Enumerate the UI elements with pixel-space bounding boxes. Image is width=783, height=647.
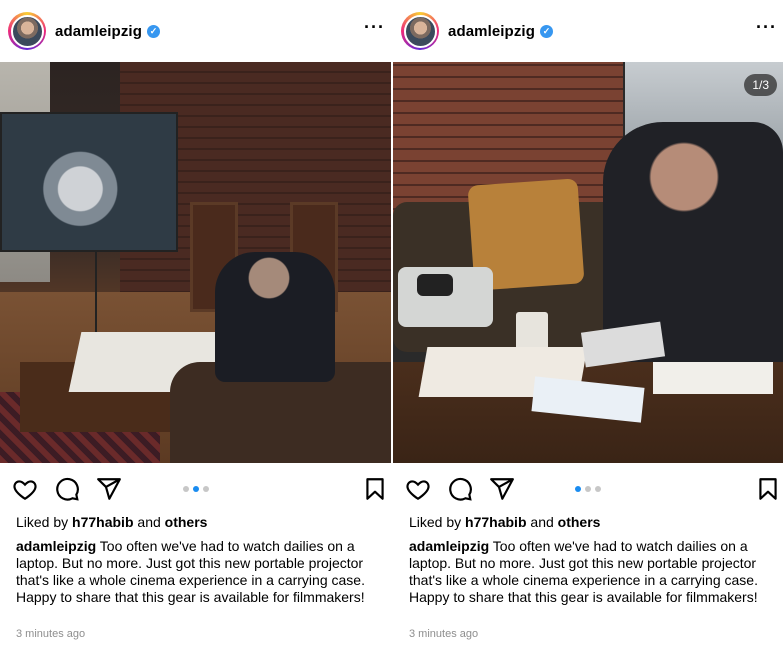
comment-bubble-icon[interactable] (54, 476, 80, 502)
timestamp[interactable]: 3 minutes ago (409, 628, 478, 640)
caption-username[interactable]: adamleipzig (16, 538, 96, 554)
verified-badge-icon: ✓ (146, 24, 160, 38)
profile-photo (10, 14, 44, 48)
caption-username[interactable]: adamleipzig (409, 538, 489, 554)
carousel-dot (585, 486, 591, 492)
likes-summary: Liked by h77habib and others (16, 514, 207, 530)
liked-prefix: Liked by (16, 514, 73, 530)
instagram-post-1: adamleipzig ✓ ··· Liked by h77habib and … (0, 0, 391, 647)
carousel-indicator (182, 486, 209, 492)
paper-plane-icon[interactable] (489, 476, 515, 502)
projector-lens (417, 274, 453, 296)
timestamp[interactable]: 3 minutes ago (16, 628, 85, 640)
avatar[interactable] (401, 12, 439, 50)
liked-others[interactable]: others (558, 514, 601, 530)
bookmark-icon[interactable] (755, 476, 781, 502)
post-header: adamleipzig ✓ ··· (393, 0, 783, 62)
bookmark-icon[interactable] (362, 476, 388, 502)
paper-plane-icon[interactable] (96, 476, 122, 502)
mug (516, 312, 548, 352)
more-options-icon[interactable]: ··· (364, 18, 385, 36)
profile-photo (403, 14, 437, 48)
action-bar (393, 468, 783, 508)
liked-prefix: Liked by (409, 514, 466, 530)
heart-icon[interactable] (405, 476, 431, 502)
avatar[interactable] (8, 12, 46, 50)
username[interactable]: adamleipzig (55, 23, 142, 40)
screen-tripod (95, 252, 97, 332)
liked-and: and (133, 514, 165, 530)
man-on-sofa (215, 252, 335, 382)
likes-summary: Liked by h77habib and others (409, 514, 600, 530)
liked-user[interactable]: h77habib (72, 514, 133, 530)
projector-screen (0, 112, 178, 252)
carousel-dot (595, 486, 601, 492)
username[interactable]: adamleipzig (448, 23, 535, 40)
carousel-indicator (575, 486, 601, 492)
magazine (653, 362, 773, 394)
post-header: adamleipzig ✓ ··· (0, 0, 391, 62)
carousel-dot (202, 486, 209, 492)
carousel-dot-active (575, 486, 581, 492)
post-photo[interactable]: 1/3 (393, 62, 783, 463)
caption: adamleipzig Too often we've had to watch… (16, 538, 384, 606)
heart-icon[interactable] (12, 476, 38, 502)
liked-and: and (526, 514, 558, 530)
post-photo[interactable] (0, 62, 391, 463)
more-options-icon[interactable]: ··· (756, 18, 777, 36)
liked-user[interactable]: h77habib (465, 514, 526, 530)
carousel-dot-active (192, 486, 199, 492)
caption: adamleipzig Too often we've had to watch… (409, 538, 777, 606)
carousel-dot (182, 486, 189, 492)
comment-bubble-icon[interactable] (447, 476, 473, 502)
liked-others[interactable]: others (165, 514, 208, 530)
action-bar (0, 468, 391, 508)
instagram-post-2: adamleipzig ✓ ··· 1/3 Liked by h77habib … (393, 0, 783, 647)
carousel-counter: 1/3 (744, 74, 777, 96)
verified-badge-icon: ✓ (539, 24, 553, 38)
